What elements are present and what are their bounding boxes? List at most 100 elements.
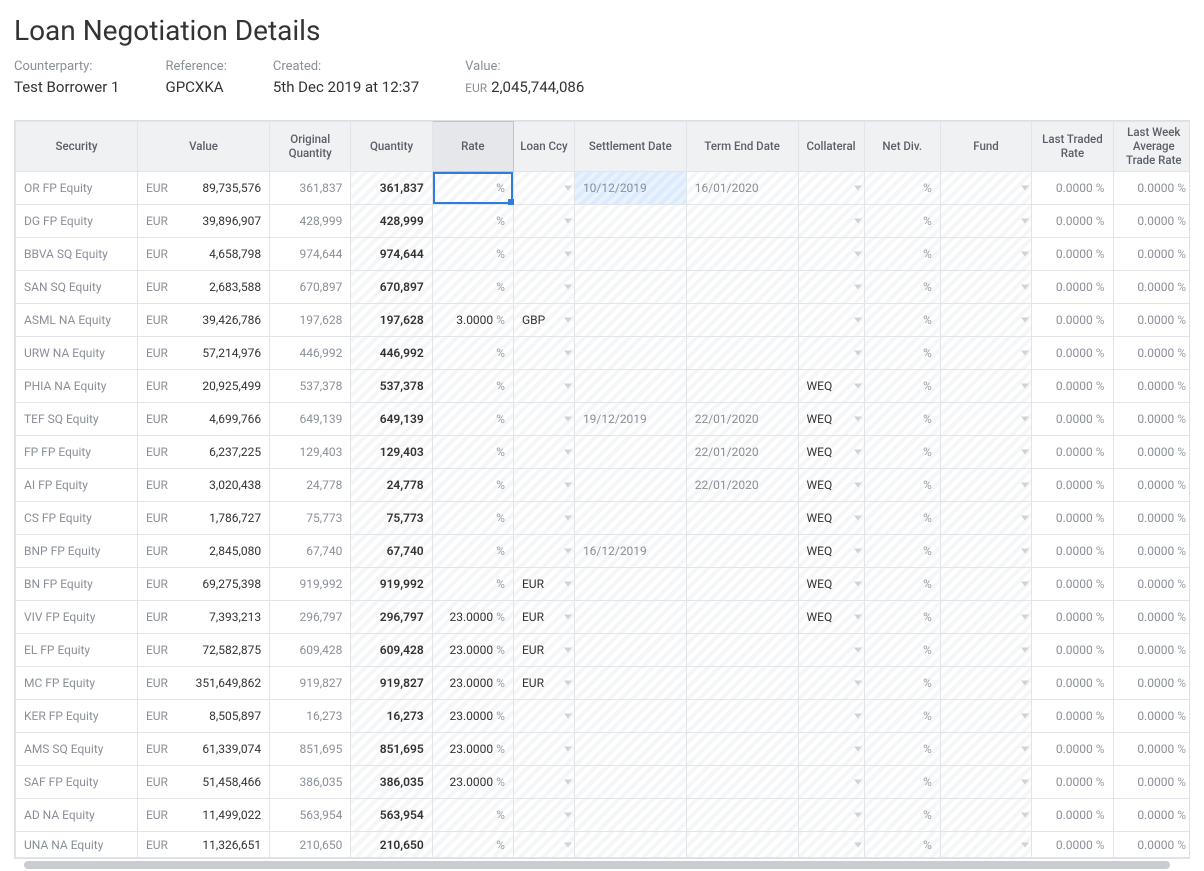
collateral-cell[interactable]: WEQ: [798, 469, 864, 502]
term-end-date-cell[interactable]: 22/01/2020: [686, 403, 798, 436]
rate-cell[interactable]: %: [432, 205, 513, 238]
fund-cell[interactable]: [940, 601, 1031, 634]
rate-cell[interactable]: %: [432, 172, 513, 205]
net-div-cell[interactable]: %: [864, 667, 940, 700]
net-div-cell[interactable]: %: [864, 799, 940, 832]
collateral-cell[interactable]: [798, 271, 864, 304]
qty-cell[interactable]: 296,797: [351, 601, 432, 634]
loan-ccy-cell[interactable]: [513, 700, 574, 733]
fund-cell[interactable]: [940, 799, 1031, 832]
collateral-cell[interactable]: WEQ: [798, 403, 864, 436]
rate-cell[interactable]: 23.0000 %: [432, 634, 513, 667]
security-cell[interactable]: MC FP Equity: [16, 667, 138, 700]
col-settlement-date[interactable]: Settlement Date: [574, 122, 686, 172]
fund-cell[interactable]: [940, 733, 1031, 766]
table-row[interactable]: FP FP EquityEUR6,237,225129,403129,403%2…: [16, 436, 1191, 469]
net-div-cell[interactable]: %: [864, 304, 940, 337]
security-cell[interactable]: BNP FP Equity: [16, 535, 138, 568]
settlement-date-cell[interactable]: [574, 832, 686, 858]
col-loan-ccy[interactable]: Loan Ccy: [513, 122, 574, 172]
qty-cell[interactable]: 16,273: [351, 700, 432, 733]
table-row[interactable]: AI FP EquityEUR3,020,43824,77824,778%22/…: [16, 469, 1191, 502]
net-div-cell[interactable]: %: [864, 733, 940, 766]
net-div-cell[interactable]: %: [864, 700, 940, 733]
qty-cell[interactable]: 197,628: [351, 304, 432, 337]
col-rate[interactable]: Rate: [432, 122, 513, 172]
loan-ccy-cell[interactable]: [513, 502, 574, 535]
term-end-date-cell[interactable]: [686, 700, 798, 733]
settlement-date-cell[interactable]: [574, 370, 686, 403]
settlement-date-cell[interactable]: [574, 469, 686, 502]
term-end-date-cell[interactable]: [686, 304, 798, 337]
loan-ccy-cell[interactable]: [513, 469, 574, 502]
qty-cell[interactable]: 67,740: [351, 535, 432, 568]
qty-cell[interactable]: 428,999: [351, 205, 432, 238]
table-row[interactable]: DG FP EquityEUR39,896,907428,999428,999%…: [16, 205, 1191, 238]
security-cell[interactable]: SAF FP Equity: [16, 766, 138, 799]
fund-cell[interactable]: [940, 172, 1031, 205]
rate-cell[interactable]: %: [432, 238, 513, 271]
rate-cell[interactable]: 23.0000 %: [432, 667, 513, 700]
term-end-date-cell[interactable]: [686, 238, 798, 271]
table-row[interactable]: AD NA EquityEUR11,499,022563,954563,954%…: [16, 799, 1191, 832]
net-div-cell[interactable]: %: [864, 436, 940, 469]
loan-ccy-cell[interactable]: [513, 238, 574, 271]
term-end-date-cell[interactable]: [686, 535, 798, 568]
loan-ccy-cell[interactable]: GBP: [513, 304, 574, 337]
fund-cell[interactable]: [940, 832, 1031, 858]
qty-cell[interactable]: 919,992: [351, 568, 432, 601]
collateral-cell[interactable]: WEQ: [798, 568, 864, 601]
term-end-date-cell[interactable]: [686, 733, 798, 766]
loan-ccy-cell[interactable]: EUR: [513, 601, 574, 634]
col-fund[interactable]: Fund: [940, 122, 1031, 172]
security-cell[interactable]: BN FP Equity: [16, 568, 138, 601]
settlement-date-cell[interactable]: [574, 304, 686, 337]
collateral-cell[interactable]: WEQ: [798, 436, 864, 469]
table-row[interactable]: MC FP EquityEUR351,649,862919,827919,827…: [16, 667, 1191, 700]
fund-cell[interactable]: [940, 304, 1031, 337]
term-end-date-cell[interactable]: [686, 799, 798, 832]
net-div-cell[interactable]: %: [864, 370, 940, 403]
security-cell[interactable]: SAN SQ Equity: [16, 271, 138, 304]
collateral-cell[interactable]: [798, 337, 864, 370]
net-div-cell[interactable]: %: [864, 601, 940, 634]
horizontal-scrollbar[interactable]: [14, 861, 1190, 871]
security-cell[interactable]: PHIA NA Equity: [16, 370, 138, 403]
collateral-cell[interactable]: [798, 766, 864, 799]
loan-ccy-cell[interactable]: [513, 337, 574, 370]
settlement-date-cell[interactable]: [574, 700, 686, 733]
loan-ccy-cell[interactable]: [513, 832, 574, 858]
settlement-date-cell[interactable]: [574, 667, 686, 700]
fund-cell[interactable]: [940, 337, 1031, 370]
table-row[interactable]: BN FP EquityEUR69,275,398919,992919,992%…: [16, 568, 1191, 601]
settlement-date-cell[interactable]: [574, 502, 686, 535]
table-row[interactable]: ASML NA EquityEUR39,426,786197,628197,62…: [16, 304, 1191, 337]
scrollbar-thumb[interactable]: [24, 861, 1170, 869]
collateral-cell[interactable]: [798, 832, 864, 858]
rate-cell[interactable]: %: [432, 799, 513, 832]
table-row[interactable]: PHIA NA EquityEUR20,925,499537,378537,37…: [16, 370, 1191, 403]
security-cell[interactable]: TEF SQ Equity: [16, 403, 138, 436]
net-div-cell[interactable]: %: [864, 271, 940, 304]
fund-cell[interactable]: [940, 271, 1031, 304]
net-div-cell[interactable]: %: [864, 634, 940, 667]
collateral-cell[interactable]: [798, 799, 864, 832]
col-collateral[interactable]: Collateral: [798, 122, 864, 172]
rate-cell[interactable]: 3.0000 %: [432, 304, 513, 337]
loan-ccy-cell[interactable]: [513, 172, 574, 205]
settlement-date-cell[interactable]: [574, 733, 686, 766]
settlement-date-cell[interactable]: [574, 337, 686, 370]
rate-cell[interactable]: %: [432, 535, 513, 568]
term-end-date-cell[interactable]: [686, 271, 798, 304]
col-last-week-avg-rate[interactable]: Last Week Average Trade Rate: [1113, 122, 1190, 172]
security-cell[interactable]: CS FP Equity: [16, 502, 138, 535]
security-cell[interactable]: EL FP Equity: [16, 634, 138, 667]
rate-cell[interactable]: %: [432, 469, 513, 502]
rate-cell[interactable]: 23.0000 %: [432, 733, 513, 766]
qty-cell[interactable]: 75,773: [351, 502, 432, 535]
col-net-div[interactable]: Net Div.: [864, 122, 940, 172]
loan-ccy-cell[interactable]: EUR: [513, 634, 574, 667]
fund-cell[interactable]: [940, 667, 1031, 700]
collateral-cell[interactable]: [798, 205, 864, 238]
qty-cell[interactable]: 649,139: [351, 403, 432, 436]
